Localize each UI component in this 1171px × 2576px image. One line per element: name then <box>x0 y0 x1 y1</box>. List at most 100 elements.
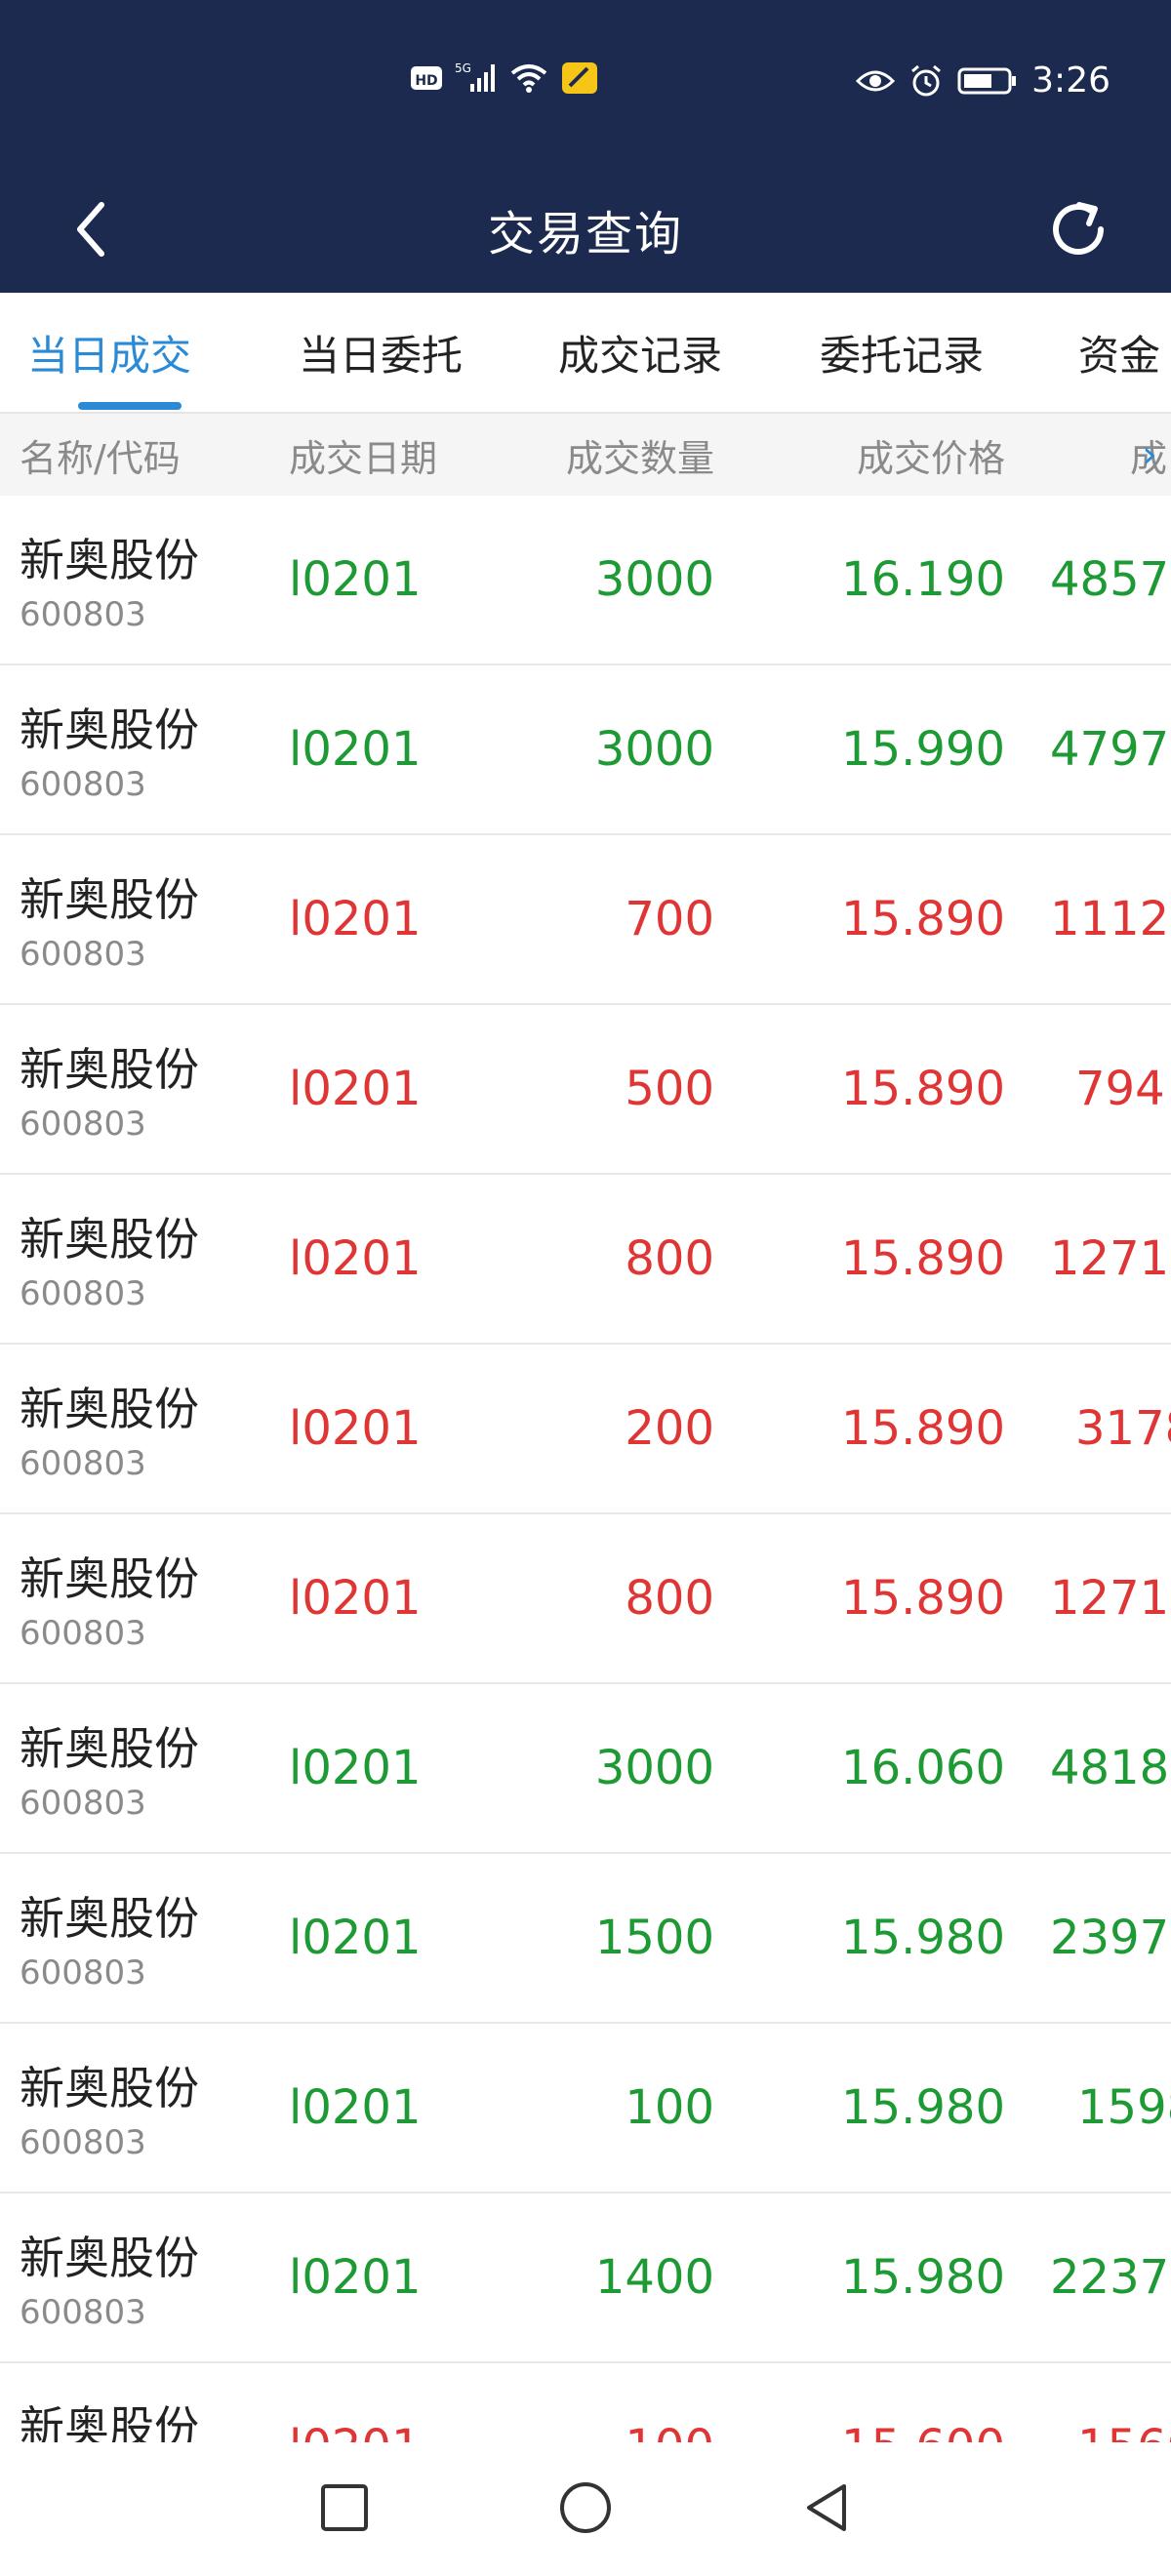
home-button[interactable] <box>557 2479 614 2540</box>
scroll-right-icon[interactable]: › <box>1142 414 1157 496</box>
deal-quantity: 500 <box>625 1062 714 1116</box>
deal-amount: 12712 <box>1050 1231 1171 1286</box>
circle-icon <box>560 2481 611 2533</box>
deal-quantity: 200 <box>625 1401 714 1456</box>
deal-quantity: 700 <box>625 892 714 946</box>
stock-code: 600803 <box>20 1953 146 1992</box>
app-notification-icon <box>560 60 599 96</box>
deal-amount: 22372 <box>1050 2250 1171 2305</box>
deal-amount: 23970 <box>1050 1911 1171 1965</box>
status-bar: HD 5G 3:26 <box>0 0 1171 166</box>
deal-quantity: 3000 <box>594 722 714 777</box>
deal-date: l0201 <box>289 552 422 607</box>
stock-code: 600803 <box>20 765 146 804</box>
deal-amount: 48180 <box>1050 1741 1171 1795</box>
stock-code: 600803 <box>20 595 146 634</box>
hd-icon: HD <box>410 63 443 93</box>
deal-list: 新奥股份 600803 l0201 3000 16.190 48570 新奥股份… <box>0 496 1171 2442</box>
stock-name: 新奥股份 <box>20 1383 199 1435</box>
deal-amount: 1560 <box>1077 2420 1171 2442</box>
tab-order-records[interactable]: 委托记录 <box>820 293 984 412</box>
table-row[interactable]: 新奥股份 600803 l0201 800 15.890 12712 <box>0 1514 1171 1684</box>
deal-amount: 48570 <box>1050 552 1171 607</box>
tab-deal-records[interactable]: 成交记录 <box>558 293 722 412</box>
stock-name: 新奥股份 <box>20 1552 199 1605</box>
table-row[interactable]: 新奥股份 600803 l0201 3000 16.060 48180 <box>0 1684 1171 1854</box>
deal-quantity: 800 <box>625 1231 714 1286</box>
deal-date: l0201 <box>289 1741 422 1795</box>
deal-quantity: 1400 <box>594 2250 714 2305</box>
deal-date: l0201 <box>289 892 422 946</box>
deal-amount: 1598 <box>1077 2080 1171 2135</box>
deal-price: 15.990 <box>841 722 1005 777</box>
table-row[interactable]: 新奥股份 600803 l0201 1500 15.980 23970 <box>0 1854 1171 2024</box>
deal-price: 15.980 <box>841 1911 1005 1965</box>
column-name-code: 名称/代码 <box>20 436 181 480</box>
deal-amount: 3178 <box>1075 1401 1171 1456</box>
table-row[interactable]: 新奥股份 600803 l0201 500 15.890 794 <box>0 1005 1171 1175</box>
tab-today-orders[interactable]: 当日委托 <box>299 293 463 412</box>
table-row[interactable]: 新奥股份 600803 l0201 3000 16.190 48570 <box>0 496 1171 665</box>
deal-price: 16.190 <box>841 552 1005 607</box>
deal-date: l0201 <box>289 1571 422 1626</box>
stock-code: 600803 <box>20 2123 146 2162</box>
deal-quantity: 3000 <box>594 552 714 607</box>
stock-name: 新奥股份 <box>20 534 199 586</box>
stock-code: 600803 <box>20 1105 146 1144</box>
tab-bar: 当日成交 当日委托 成交记录 委托记录 资金 <box>0 293 1171 414</box>
title-bar: 交易查询 <box>0 166 1171 293</box>
stock-name: 新奥股份 <box>20 1722 199 1775</box>
column-header: 名称/代码 成交日期 成交数量 成交价格 成 › <box>0 414 1171 498</box>
column-deal-date: 成交日期 <box>289 436 438 480</box>
deal-date: l0201 <box>289 1401 422 1456</box>
table-row[interactable]: 新奥股份 600803 l0201 3000 15.990 47970 <box>0 665 1171 835</box>
deal-date: l0201 <box>289 1911 422 1965</box>
deal-quantity: 1500 <box>594 1911 714 1965</box>
column-deal-quantity: 成交数量 <box>565 436 714 480</box>
column-deal-price: 成交价格 <box>856 436 1005 480</box>
cellular-signal-icon: 5G <box>455 60 498 96</box>
deal-amount: 794 <box>1075 1062 1165 1116</box>
deal-price: 15.890 <box>841 892 1005 946</box>
table-row[interactable]: 新奥股份 600803 l0201 100 15.980 1598 <box>0 2024 1171 2194</box>
table-row[interactable]: 新奥股份 600803 l0201 1400 15.980 22372 <box>0 2194 1171 2363</box>
stock-name: 新奥股份 <box>20 1892 199 1945</box>
eye-icon <box>856 66 896 96</box>
recent-apps-button[interactable] <box>317 2480 372 2539</box>
deal-price: 15.890 <box>841 1401 1005 1456</box>
table-row[interactable]: 新奥股份 600803 l0201 800 15.890 12712 <box>0 1175 1171 1345</box>
active-tab-indicator <box>78 402 182 410</box>
square-icon <box>321 2483 368 2531</box>
table-row[interactable]: 新奥股份 600803 l0201 700 15.890 11123 <box>0 835 1171 1005</box>
deal-quantity: 100 <box>625 2080 714 2135</box>
wifi-icon <box>509 61 548 95</box>
deal-price: 15.890 <box>841 1062 1005 1116</box>
deal-price: 16.060 <box>841 1741 1005 1795</box>
status-left-icons: HD 5G <box>410 60 599 96</box>
deal-amount: 12712 <box>1050 1571 1171 1626</box>
tab-today-deals[interactable]: 当日成交 <box>27 293 191 412</box>
stock-code: 600803 <box>20 1444 146 1483</box>
refresh-button[interactable] <box>1044 195 1112 263</box>
stock-name: 新奥股份 <box>20 2062 199 2114</box>
refresh-icon <box>1053 202 1104 255</box>
stock-name: 新奥股份 <box>20 704 199 756</box>
deal-amount: 47970 <box>1050 722 1171 777</box>
page-title: 交易查询 <box>487 207 683 262</box>
deal-price: 15.890 <box>841 1231 1005 1286</box>
table-row[interactable]: 新奥股份 600803 l0201 200 15.890 3178 <box>0 1345 1171 1514</box>
status-time: 3:26 <box>1031 60 1110 101</box>
stock-name: 新奥股份 <box>20 1043 199 1096</box>
tab-funds[interactable]: 资金 <box>1078 293 1160 412</box>
back-nav-button[interactable] <box>799 2480 854 2539</box>
signal-label: 5G <box>455 61 471 75</box>
stock-name: 新奥股份 <box>20 2232 199 2284</box>
stock-code: 600803 <box>20 2293 146 2332</box>
alarm-icon <box>909 63 944 99</box>
stock-code: 600803 <box>20 1614 146 1653</box>
system-nav-bar <box>0 2442 1171 2576</box>
triangle-back-icon <box>807 2483 846 2531</box>
deal-price: 15.980 <box>841 2250 1005 2305</box>
stock-name: 新奥股份 <box>20 1213 199 1266</box>
table-row[interactable]: 新奥股份 600803 l0201 100 15.600 1560 <box>0 2363 1171 2442</box>
